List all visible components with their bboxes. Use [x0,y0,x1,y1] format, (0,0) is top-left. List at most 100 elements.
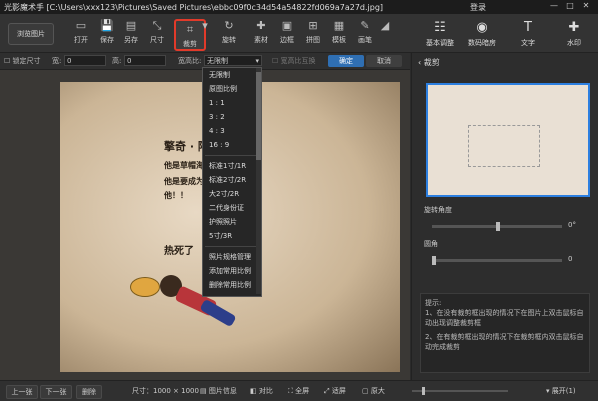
darkroom-button[interactable]: ◉ 数码暗房 [462,18,502,52]
next-image-button[interactable]: 下一张 [40,385,72,399]
adjust-icon: ☷ [434,20,446,35]
photo-text-line3: 他是要成为 [164,177,204,186]
size-option[interactable]: 二代身份证 [203,201,261,215]
size-option[interactable]: 5寸/3R [203,229,261,243]
camera-icon: ◉ [476,20,488,35]
status-bar: 上一张 下一张 删除 尺寸：1000 × 1000 ▤ 图片信息 ◧ 对比 ⛶ … [0,380,598,401]
height-input[interactable]: 0 [124,55,166,66]
original-size-label: 原大 [370,387,385,395]
size-option[interactable]: 标准1寸/1R [203,159,261,173]
crop-thumbnail[interactable] [426,83,590,197]
cancel-button[interactable]: 取消 [366,55,402,67]
photo-text-line2: 他是草帽海 [164,161,204,170]
ratio-option[interactable]: 4 : 3 [203,124,261,138]
window-title: 光影魔术手 [C:\Users\xxx123\Pictures\Saved Pi… [4,2,383,13]
zoom-slider[interactable] [412,387,508,395]
manage-sizes-item[interactable]: 照片规格管理 [203,250,261,264]
more-icon: ◢ [380,19,390,32]
swap-ratio-label: 宽高比互换 [280,57,316,65]
maximize-button[interactable]: □ [564,1,576,12]
ratio-select[interactable]: 无限制 ▾ [204,55,262,66]
swap-ratio-checkbox[interactable]: ☐ 宽高比互换 [272,56,316,66]
text-button[interactable]: T 文字 [508,18,548,52]
delete-ratio-item[interactable]: 删除常用比例 [203,278,261,292]
thumbnail-content [468,125,540,167]
rotate-button[interactable]: ↻ 旋转 [214,17,244,49]
compare-label: 对比 [258,387,273,395]
width-input[interactable]: 0 [64,55,106,66]
watermark-label: 水印 [567,39,581,47]
size-option[interactable]: 护照照片 [203,215,261,229]
compare-button[interactable]: ◧ 对比 [250,386,273,396]
ratio-dropdown-menu: 无限制 原图比例 1 : 1 3 : 2 4 : 3 16 : 9 标准1寸/1… [202,67,262,297]
image-size-text: 尺寸：1000 × 1000 [132,387,199,395]
watermark-icon: ✚ [568,20,580,35]
menu-divider [205,155,259,156]
dropdown-scrollbar[interactable] [256,68,261,294]
ratio-option[interactable]: 原图比例 [203,82,261,96]
prev-image-button[interactable]: 上一张 [6,385,38,399]
original-size-button[interactable]: ▢ 原大 [362,386,385,396]
expand-label: 展开(1) [551,387,576,395]
panel-title-text: 裁剪 [423,58,440,67]
ratio-select-value: 无限制 [207,57,228,65]
lock-size-checkbox[interactable]: ☐ 锁定尺寸 [4,56,41,66]
menu-divider [205,246,259,247]
photo-text-line5: 热死了 [164,246,194,257]
crop-panel: ‹ 裁剪 旋转角度 0° 圆角 0 提示: 1、在没有裁剪框出现的情况下在图片上… [411,53,598,380]
hint-item-2: 2、在有裁剪框出现的情况下在裁剪框内双击鼠标自动完成裁剪 [425,333,584,351]
fullscreen-button[interactable]: ⛶ 全屏 [288,386,309,396]
ratio-option[interactable]: 1 : 1 [203,96,261,110]
basic-adjust-label: 基本调整 [426,39,454,47]
corner-radius-knob[interactable] [432,256,436,265]
rotate-slider[interactable] [432,222,562,231]
resize-icon: ⤡ [152,19,162,32]
add-ratio-item[interactable]: 添加常用比例 [203,264,261,278]
text-label: 文字 [521,39,535,47]
basic-adjust-button[interactable]: ☷ 基本调整 [420,18,460,52]
chevron-down-icon: ▾ [202,19,208,32]
login-link[interactable]: 登录 [470,2,486,13]
ratio-label: 宽高比: [178,57,202,65]
rotate-slider-knob[interactable] [496,222,500,231]
minimize-button[interactable]: — [548,1,560,12]
image-info-button[interactable]: ▤ 图片信息 [200,386,237,396]
height-label: 高: [112,57,122,65]
rotate-angle-label: 旋转角度 [424,206,452,214]
browse-images-button[interactable]: 浏览图片 [8,23,54,45]
crop-dropdown-arrow[interactable]: ▾ [200,17,210,49]
ratio-option[interactable]: 16 : 9 [203,138,261,152]
more-tools-button[interactable]: ◢ [378,17,392,49]
width-label: 宽: [52,57,62,65]
rotate-icon: ↻ [224,19,234,32]
hint-box: 提示: 1、在没有裁剪框出现的情况下在图片上双击鼠标自动出现调整裁剪框 2、在有… [420,293,590,373]
title-bar: 光影魔术手 [C:\Users\xxx123\Pictures\Saved Pi… [0,0,598,14]
corner-radius-slider[interactable] [432,256,562,265]
size-option[interactable]: 大2寸/2R [203,187,261,201]
fullscreen-label: 全屏 [295,387,310,395]
darkroom-label: 数码暗房 [468,39,496,47]
zoom-slider-knob[interactable] [422,387,425,395]
fit-screen-label: 适屏 [331,387,346,395]
corner-radius-value: 0 [568,255,573,263]
close-button[interactable]: ✕ [580,1,592,12]
fit-icon: ⤢ [324,387,332,395]
hint-title: 提示: [425,299,442,307]
ratio-option[interactable]: 无限制 [203,68,261,82]
corner-radius-label: 圆角 [424,240,438,248]
brush-label: 画笔 [358,36,372,44]
ratio-option[interactable]: 3 : 2 [203,110,261,124]
size-option[interactable]: 标准2寸/2R [203,173,261,187]
original-size-icon: ▢ [362,387,371,395]
resize-button[interactable]: ⤡ 尺寸 [142,17,172,49]
chevron-down-icon: ▾ [255,57,259,65]
expand-button[interactable]: ▾ 展开(1) [546,386,576,396]
delete-image-button[interactable]: 删除 [76,385,102,399]
brush-icon: ✎ [360,19,370,32]
hint-item-1: 1、在没有裁剪框出现的情况下在图片上双击鼠标自动出现调整裁剪框 [425,309,584,327]
watermark-button[interactable]: ✚ 水印 [554,18,594,52]
confirm-button[interactable]: 确定 [328,55,364,67]
fit-screen-button[interactable]: ⤢ 适屏 [324,386,346,396]
scrollbar-thumb[interactable] [256,72,261,160]
brush-button[interactable]: ✎ 画笔 [350,17,380,49]
